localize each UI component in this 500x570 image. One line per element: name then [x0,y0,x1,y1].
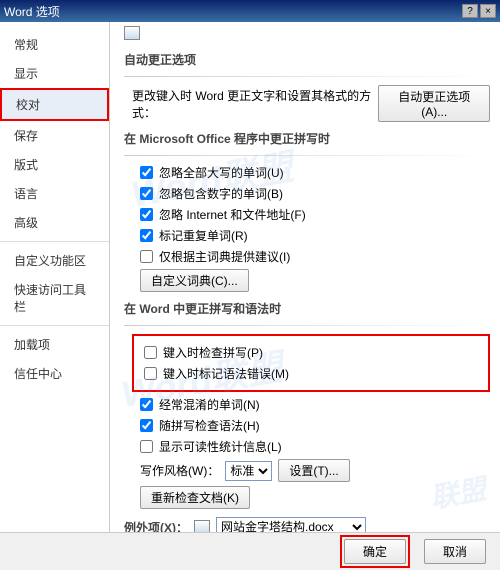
sidebar-item-language[interactable]: 语言 [0,179,109,208]
help-button[interactable]: ? [462,4,478,18]
section-autocorrect-head: 自动更正选项 [124,51,490,70]
abc-check-icon [124,26,140,40]
sidebar-item-customize-ribbon[interactable]: 自定义功能区 [0,246,109,275]
section-exceptions-head: 例外项(X)： 网站金字塔结构.docx [124,517,490,532]
close-button[interactable]: × [480,4,496,18]
writing-style-label: 写作风格(W)： [140,462,219,479]
check-spell-as-type[interactable] [144,346,157,359]
settings-button[interactable]: 设置(T)... [278,459,349,482]
check-ignore-internet[interactable] [140,208,153,221]
sidebar-item-trust-center[interactable]: 信任中心 [0,359,109,388]
cancel-button[interactable]: 取消 [424,539,486,564]
titlebar: Word 选项 ? × [0,0,500,22]
autocorrect-label: 更改键入时 Word 更正文字和设置其格式的方式： [132,87,372,121]
document-icon [194,520,210,532]
autocorrect-row: 更改键入时 Word 更正文字和设置其格式的方式： 自动更正选项(A)... [132,85,490,122]
writing-style-select[interactable]: 标准 [225,461,272,481]
sidebar-item-qat[interactable]: 快速访问工具栏 [0,275,109,321]
check-ignore-uppercase-label: 忽略全部大写的单词(U) [159,164,284,181]
check-grammar-with-spelling[interactable] [140,419,153,432]
office-checks-group: 忽略全部大写的单词(U) 忽略包含数字的单词(B) 忽略 Internet 和文… [132,164,490,292]
exceptions-label: 例外项(X)： [124,519,188,533]
check-ignore-numbers[interactable] [140,187,153,200]
autocorrect-options-button[interactable]: 自动更正选项(A)... [378,85,490,122]
window-title: Word 选项 [4,3,60,20]
footer: 确定 取消 [0,532,500,570]
ok-highlight: 确定 [340,535,410,568]
section-office-head: 在 Microsoft Office 程序中更正拼写时 [124,130,490,149]
check-grammar-with-spelling-label: 随拼写检查语法(H) [159,417,260,434]
check-grammar-as-type[interactable] [144,367,157,380]
sidebar-item-layout[interactable]: 版式 [0,150,109,179]
check-main-dict-only[interactable] [140,250,153,263]
check-readability-stats[interactable] [140,440,153,453]
dialog-body: 常规 显示 校对 保存 版式 语言 高级 自定义功能区 快速访问工具栏 加载项 … [0,22,500,532]
sidebar-item-save[interactable]: 保存 [0,121,109,150]
spellcheck-highlight-group: 键入时检查拼写(P) 键入时标记语法错误(M) [132,334,490,392]
check-main-dict-only-label: 仅根据主词典提供建议(I) [159,248,290,265]
content-panel: Word联盟 Word联盟 联盟 自动更正选项 更改键入时 Word 更正文字和… [110,22,500,532]
section-word-head: 在 Word 中更正拼写和语法时 [124,300,490,319]
check-confused-words[interactable] [140,398,153,411]
window-controls: ? × [462,4,496,18]
check-flag-repeated-label: 标记重复单词(R) [159,227,248,244]
check-readability-stats-label: 显示可读性统计信息(L) [159,438,282,455]
check-ignore-uppercase[interactable] [140,166,153,179]
check-flag-repeated[interactable] [140,229,153,242]
sidebar-item-general[interactable]: 常规 [0,30,109,59]
word-checks-group: 键入时检查拼写(P) 键入时标记语法错误(M) 经常混淆的单词(N) 随拼写检查… [132,334,490,509]
sidebar-item-display[interactable]: 显示 [0,59,109,88]
check-confused-words-label: 经常混淆的单词(N) [159,396,260,413]
recheck-document-button[interactable]: 重新检查文档(K) [140,486,250,509]
check-ignore-internet-label: 忽略 Internet 和文件地址(F) [159,206,306,223]
ok-button[interactable]: 确定 [344,539,406,564]
check-ignore-numbers-label: 忽略包含数字的单词(B) [159,185,283,202]
sidebar-item-addins[interactable]: 加载项 [0,330,109,359]
header-icon-row [124,26,490,43]
check-grammar-as-type-label: 键入时标记语法错误(M) [163,365,289,382]
sidebar-item-advanced[interactable]: 高级 [0,208,109,237]
exceptions-select[interactable]: 网站金字塔结构.docx [216,517,366,532]
custom-dictionaries-button[interactable]: 自定义词典(C)... [140,269,249,292]
sidebar: 常规 显示 校对 保存 版式 语言 高级 自定义功能区 快速访问工具栏 加载项 … [0,22,110,532]
check-spell-as-type-label: 键入时检查拼写(P) [163,344,263,361]
sidebar-item-proofing[interactable]: 校对 [0,88,109,121]
